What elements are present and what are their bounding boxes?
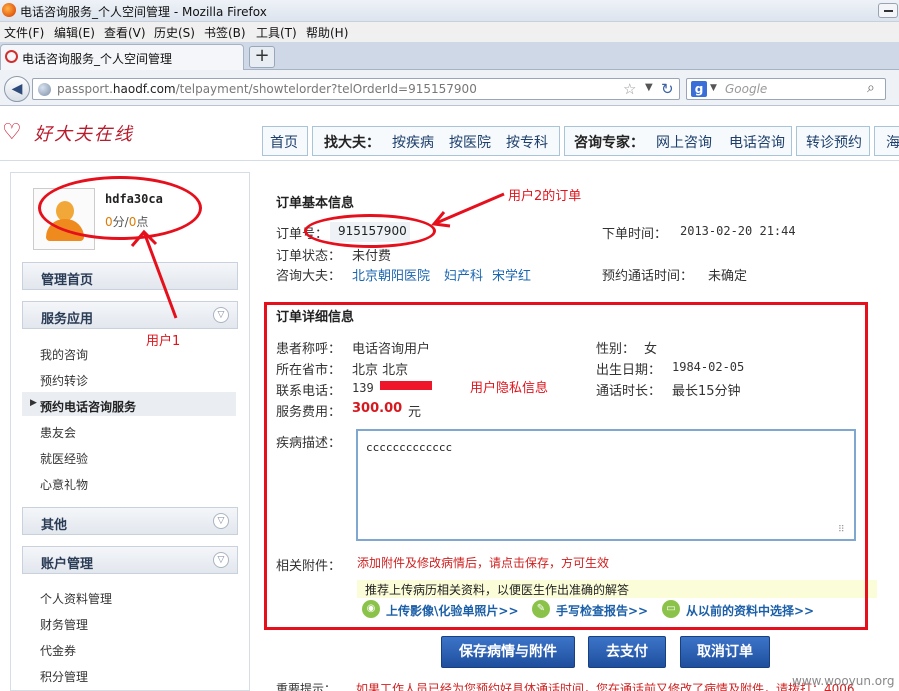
annotation-user2-order: 用户2的订单 xyxy=(508,189,582,204)
order-arrow xyxy=(433,192,505,226)
annotation-user1: 用户1 xyxy=(146,334,181,349)
watermark: www.wooyun.org xyxy=(792,674,895,688)
user1-arrow xyxy=(142,231,178,319)
annotation-arrows xyxy=(130,192,505,319)
user1-arrowhead xyxy=(130,229,158,247)
annotation-privacy: 用户隐私信息 xyxy=(470,381,549,396)
